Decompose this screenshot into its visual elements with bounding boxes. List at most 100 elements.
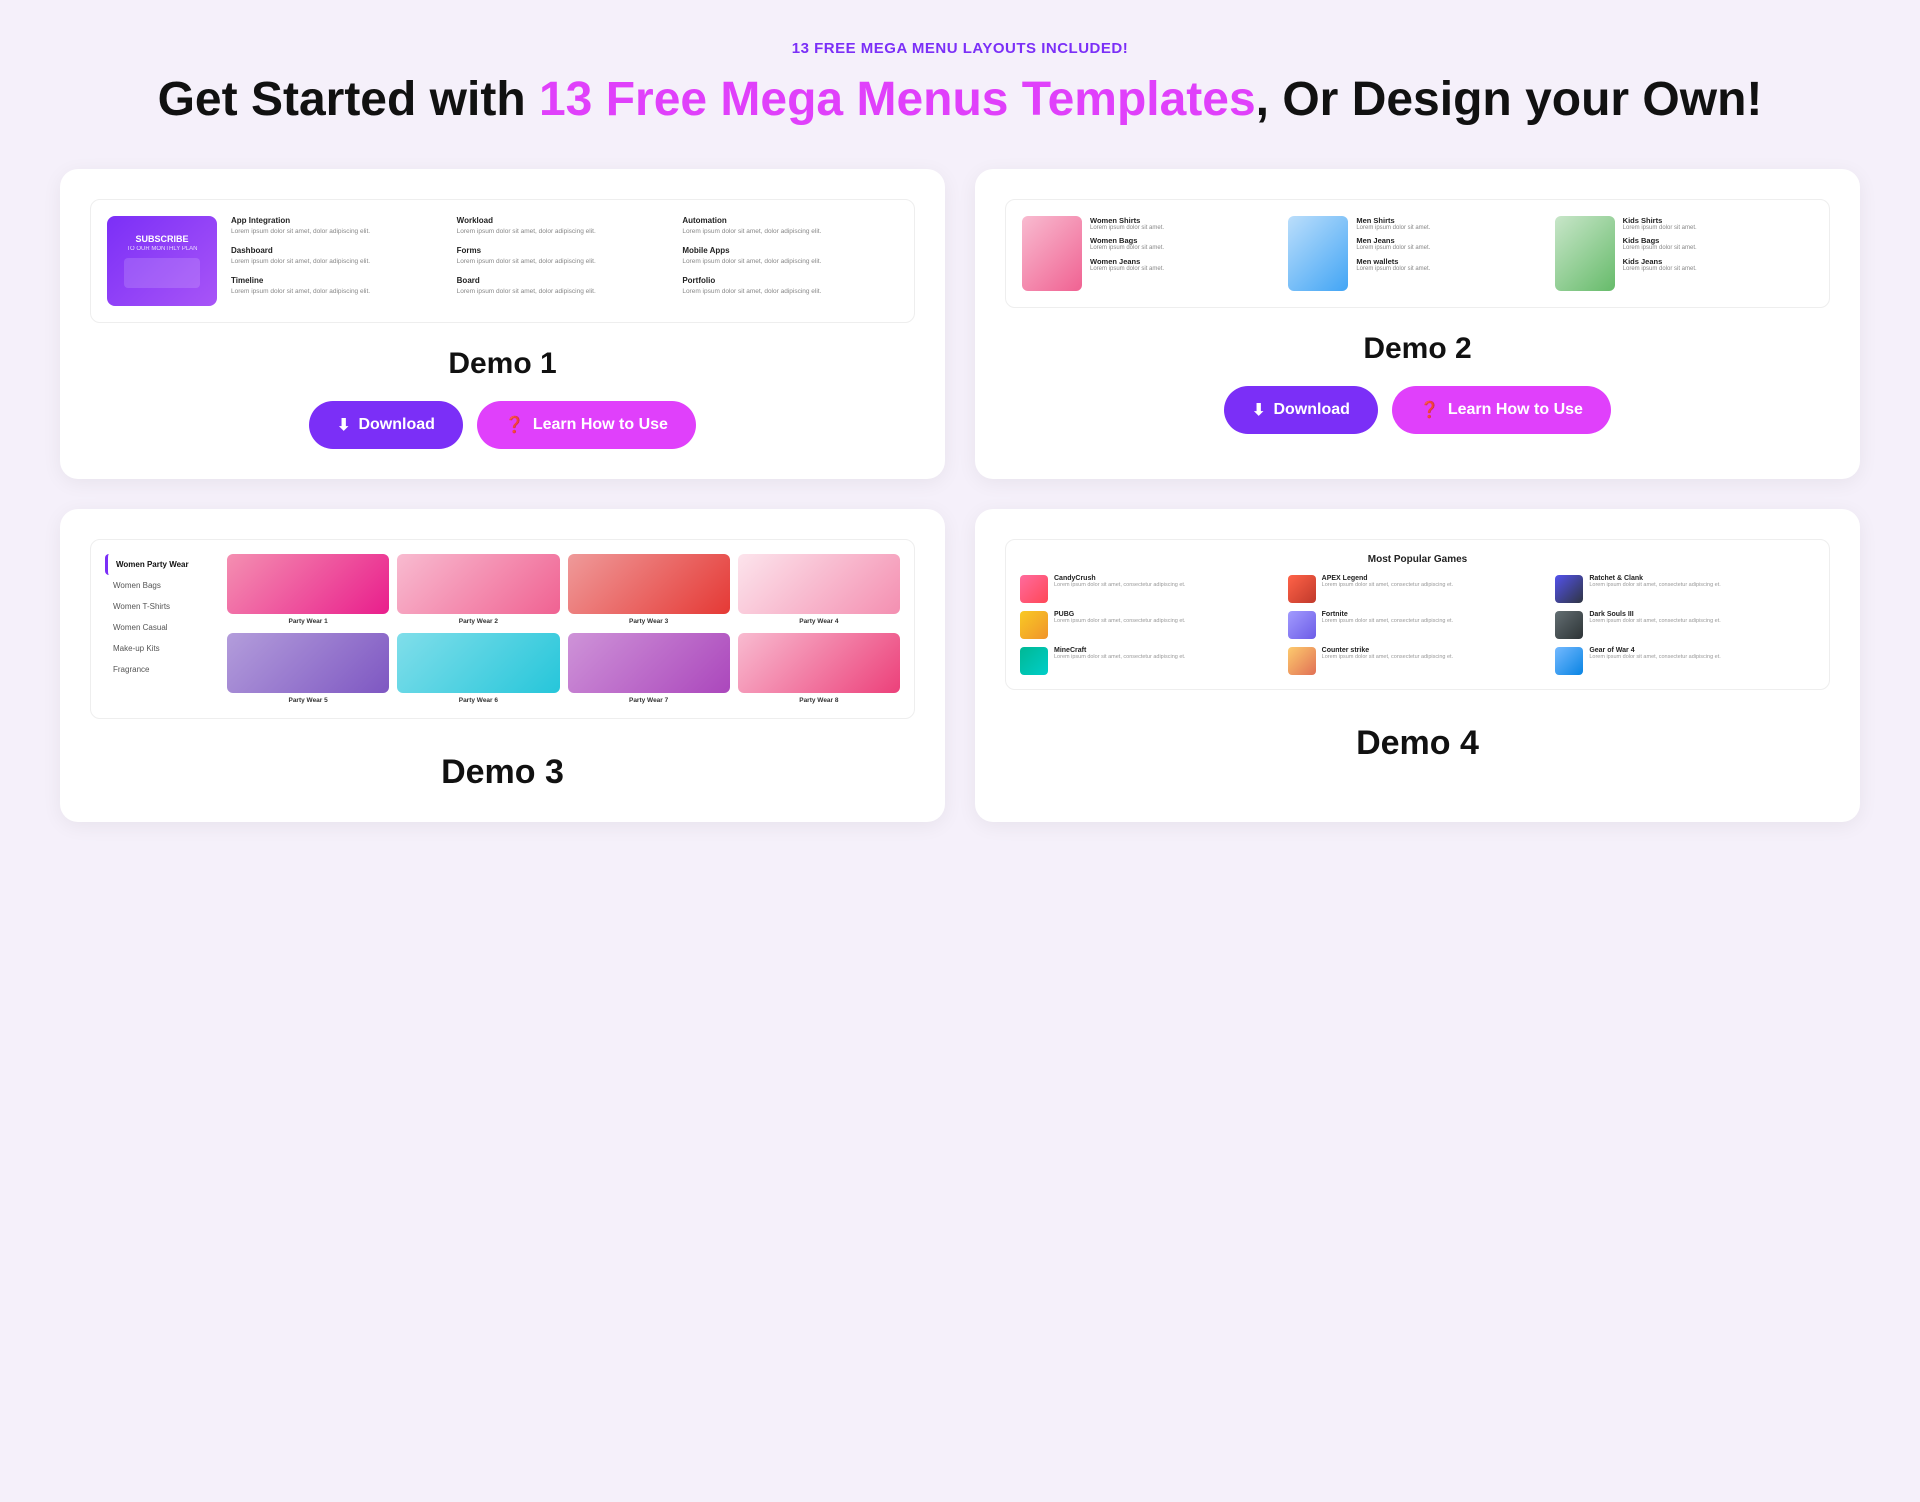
demo1-col-text: Lorem ipsum dolor sit amet, dolor adipis… — [457, 288, 673, 296]
game-name: Ratchet & Clank — [1589, 575, 1720, 582]
demo1-col-heading: Board — [457, 276, 673, 285]
page-header: 13 FREE MEGA MENU LAYOUTS INCLUDED! Get … — [60, 40, 1860, 129]
demo1-learn-label: Learn How to Use — [533, 416, 668, 434]
game-thumb — [1288, 611, 1316, 639]
demo4-item: APEX Legend Lorem ipsum dolor sit amet, … — [1288, 575, 1548, 603]
demo4-preview: Most Popular Games CandyCrush Lorem ipsu… — [1005, 539, 1830, 690]
demo1-col-text: Lorem ipsum dolor sit amet, dolor adipis… — [231, 228, 447, 236]
game-thumb — [1555, 575, 1583, 603]
demo1-image: SUBSCRIBE TO OUR MONTHLY PLAN — [107, 216, 217, 306]
demo3-item: Party Wear 8 — [738, 633, 900, 704]
demo1-col-heading: Mobile Apps — [682, 246, 898, 255]
demo1-image-label: SUBSCRIBE — [135, 234, 188, 244]
demo3-item: Party Wear 5 — [227, 633, 389, 704]
demo1-col-item: Timeline Lorem ipsum dolor sit amet, dol… — [231, 276, 447, 296]
demo2-item: Men Jeans Lorem ipsum dolor sit amet. — [1356, 236, 1430, 253]
demo1-col-item: Board Lorem ipsum dolor sit amet, dolor … — [457, 276, 673, 296]
game-thumb — [1555, 647, 1583, 675]
title-highlight: 13 Free Mega Menus Templates — [539, 73, 1256, 126]
demo1-col-text: Lorem ipsum dolor sit amet, dolor adipis… — [231, 288, 447, 296]
game-thumb — [1020, 611, 1048, 639]
demo1-title: Demo 1 — [448, 347, 556, 381]
game-text: Lorem ipsum dolor sit amet, consectetur … — [1054, 582, 1185, 589]
game-thumb — [1020, 575, 1048, 603]
demo2-col-women: Women Shirts Lorem ipsum dolor sit amet.… — [1022, 216, 1280, 291]
demo2-col-kids: Kids Shirts Lorem ipsum dolor sit amet. … — [1555, 216, 1813, 291]
demo1-col-item: Dashboard Lorem ipsum dolor sit amet, do… — [231, 246, 447, 266]
game-name: Dark Souls III — [1589, 611, 1720, 618]
demo2-item: Kids Shirts Lorem ipsum dolor sit amet. — [1623, 216, 1697, 233]
demo-top-grid: SUBSCRIBE TO OUR MONTHLY PLAN App Integr… — [60, 169, 1860, 479]
demo1-col-text: Lorem ipsum dolor sit amet, dolor adipis… — [682, 228, 898, 236]
demo3-sidebar-item-fragrance[interactable]: Fragrance — [105, 659, 215, 680]
demo2-download-button[interactable]: ⬇ Download — [1224, 386, 1378, 434]
demo3-item: Party Wear 4 — [738, 554, 900, 625]
title-end: , Or Design your Own! — [1256, 73, 1763, 126]
demo2-item: Kids Jeans Lorem ipsum dolor sit amet. — [1623, 257, 1697, 274]
game-text: Lorem ipsum dolor sit amet, consectetur … — [1322, 654, 1453, 661]
game-name: CandyCrush — [1054, 575, 1185, 582]
demo3-item-label: Party Wear 6 — [459, 697, 498, 704]
demo1-col-text: Lorem ipsum dolor sit amet, dolor adipis… — [231, 258, 447, 266]
header-title: Get Started with 13 Free Mega Menus Temp… — [60, 71, 1860, 129]
game-name: APEX Legend — [1322, 575, 1453, 582]
demo4-card: Most Popular Games CandyCrush Lorem ipsu… — [975, 509, 1860, 822]
demo2-item: Women Jeans Lorem ipsum dolor sit amet. — [1090, 257, 1164, 274]
game-text: Lorem ipsum dolor sit amet, consectetur … — [1589, 582, 1720, 589]
demo3-sidebar-item-makeup[interactable]: Make-up Kits — [105, 638, 215, 659]
demo4-item: Ratchet & Clank Lorem ipsum dolor sit am… — [1555, 575, 1815, 603]
game-text: Lorem ipsum dolor sit amet, consectetur … — [1589, 618, 1720, 625]
demo1-preview: SUBSCRIBE TO OUR MONTHLY PLAN App Integr… — [90, 199, 915, 323]
game-thumb — [1020, 647, 1048, 675]
question-icon: ❓ — [505, 415, 525, 435]
game-thumb — [1288, 647, 1316, 675]
demo1-btn-row: ⬇ Download ❓ Learn How to Use — [309, 401, 696, 449]
demo1-col-item: App Integration Lorem ipsum dolor sit am… — [231, 216, 447, 236]
demo3-sidebar: Women Party Wear Women Bags Women T-Shir… — [105, 554, 215, 704]
demo1-download-label: Download — [358, 416, 434, 434]
demo4-item: Gear of War 4 Lorem ipsum dolor sit amet… — [1555, 647, 1815, 675]
demo4-item: Counter strike Lorem ipsum dolor sit ame… — [1288, 647, 1548, 675]
demo2-download-label: Download — [1273, 401, 1349, 419]
demo-bottom-grid: Women Party Wear Women Bags Women T-Shir… — [60, 509, 1860, 822]
demo4-grid: CandyCrush Lorem ipsum dolor sit amet, c… — [1020, 575, 1815, 675]
demo3-preview: Women Party Wear Women Bags Women T-Shir… — [90, 539, 915, 719]
demo1-col-heading: App Integration — [231, 216, 447, 225]
demo1-col-text: Lorem ipsum dolor sit amet, dolor adipis… — [457, 258, 673, 266]
demo4-item: Fortnite Lorem ipsum dolor sit amet, con… — [1288, 611, 1548, 639]
demo1-download-button[interactable]: ⬇ Download — [309, 401, 463, 449]
demo3-thumb — [738, 633, 900, 693]
demo1-learn-button[interactable]: ❓ Learn How to Use — [477, 401, 696, 449]
demo2-title: Demo 2 — [1363, 332, 1471, 366]
game-text: Lorem ipsum dolor sit amet, consectetur … — [1589, 654, 1720, 661]
game-thumb — [1288, 575, 1316, 603]
demo1-col-text: Lorem ipsum dolor sit amet, dolor adipis… — [682, 288, 898, 296]
demo3-sidebar-item-tshirts[interactable]: Women T-Shirts — [105, 596, 215, 617]
game-text: Lorem ipsum dolor sit amet, consectetur … — [1322, 618, 1453, 625]
demo3-item-label: Party Wear 2 — [459, 618, 498, 625]
demo3-item-label: Party Wear 5 — [288, 697, 327, 704]
demo2-item: Women Shirts Lorem ipsum dolor sit amet. — [1090, 216, 1164, 233]
demo3-card: Women Party Wear Women Bags Women T-Shir… — [60, 509, 945, 822]
demo3-item-label: Party Wear 3 — [629, 618, 668, 625]
game-text: Lorem ipsum dolor sit amet, consectetur … — [1322, 582, 1453, 589]
demo2-women-image — [1022, 216, 1082, 291]
game-text: Lorem ipsum dolor sit amet, consectetur … — [1054, 618, 1185, 625]
demo3-sidebar-item-bags[interactable]: Women Bags — [105, 575, 215, 596]
title-start: Get Started with — [158, 73, 539, 126]
demo1-col-item: Automation Lorem ipsum dolor sit amet, d… — [682, 216, 898, 236]
demo3-grid: Party Wear 1 Party Wear 2 Party Wear 3 P… — [227, 554, 900, 704]
demo3-sidebar-item-party-wear[interactable]: Women Party Wear — [105, 554, 215, 575]
demo2-learn-button[interactable]: ❓ Learn How to Use — [1392, 386, 1611, 434]
demo3-item-label: Party Wear 8 — [799, 697, 838, 704]
game-name: PUBG — [1054, 611, 1185, 618]
download-icon: ⬇ — [337, 415, 350, 435]
game-name: Counter strike — [1322, 647, 1453, 654]
demo3-sidebar-item-casual[interactable]: Women Casual — [105, 617, 215, 638]
game-text: Lorem ipsum dolor sit amet, consectetur … — [1054, 654, 1185, 661]
demo2-item: Women Bags Lorem ipsum dolor sit amet. — [1090, 236, 1164, 253]
demo3-thumb — [227, 554, 389, 614]
demo3-title: Demo 3 — [441, 753, 564, 792]
demo3-item: Party Wear 3 — [568, 554, 730, 625]
demo1-col-text: Lorem ipsum dolor sit amet, dolor adipis… — [457, 228, 673, 236]
